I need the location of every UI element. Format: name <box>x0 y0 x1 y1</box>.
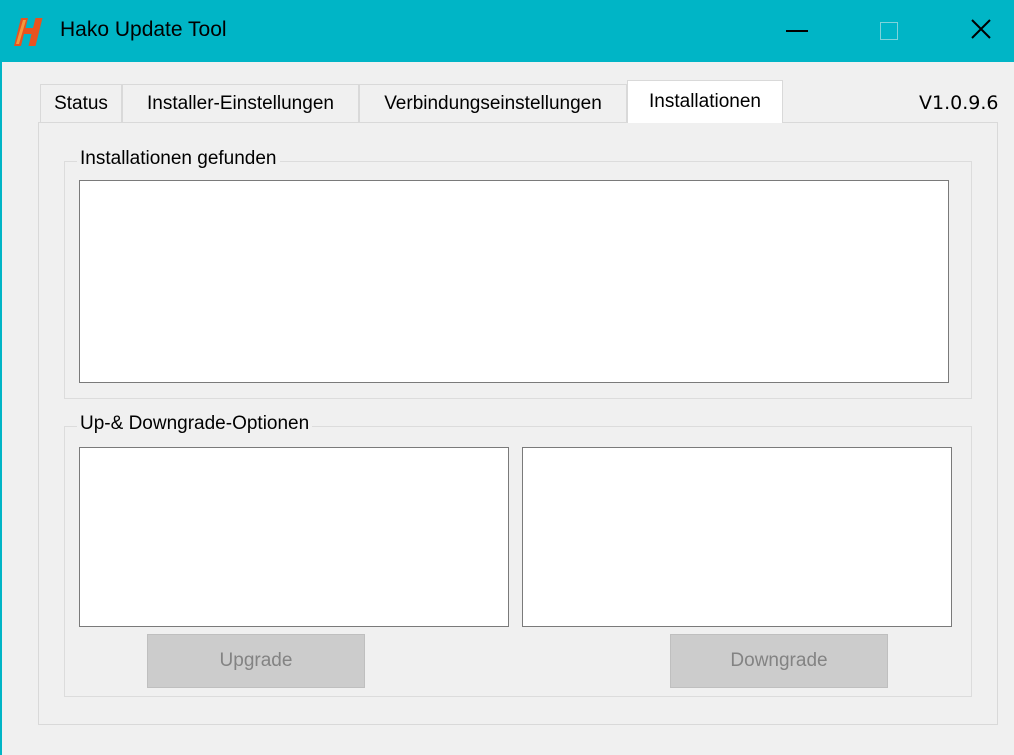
tab-panel-installations: Installationen gefunden Up-& Downgrade-O… <box>38 122 998 725</box>
maximize-icon <box>880 22 898 40</box>
downgrade-button[interactable]: Downgrade <box>670 634 888 688</box>
installations-list[interactable] <box>79 180 949 383</box>
installations-found-group: Installationen gefunden <box>64 148 972 399</box>
upgrade-options-list[interactable] <box>79 447 509 627</box>
up-downgrade-options-group: Up-& Downgrade-Optionen Upgrade Downgrad… <box>64 413 972 697</box>
downgrade-options-list[interactable] <box>522 447 952 627</box>
close-icon <box>970 18 992 45</box>
version-label: V1.0.9.6 <box>919 92 999 114</box>
tab-installer-settings[interactable]: Installer-Einstellungen <box>122 84 359 122</box>
close-button[interactable] <box>956 0 1006 62</box>
tab-connection-settings[interactable]: Verbindungseinstellungen <box>359 84 627 122</box>
installations-found-label: Installationen gefunden <box>77 148 280 170</box>
hako-logo-icon <box>14 17 48 47</box>
tab-status[interactable]: Status <box>40 84 122 122</box>
title-bar[interactable]: Hako Update Tool <box>0 0 1014 62</box>
window-title: Hako Update Tool <box>60 18 227 41</box>
upgrade-button[interactable]: Upgrade <box>147 634 365 688</box>
minimize-button[interactable] <box>772 0 822 62</box>
maximize-button <box>864 0 914 62</box>
up-downgrade-options-label: Up-& Downgrade-Optionen <box>77 413 313 435</box>
window-border <box>0 62 2 755</box>
minimize-icon <box>786 30 808 32</box>
tab-installations[interactable]: Installationen <box>627 80 783 123</box>
